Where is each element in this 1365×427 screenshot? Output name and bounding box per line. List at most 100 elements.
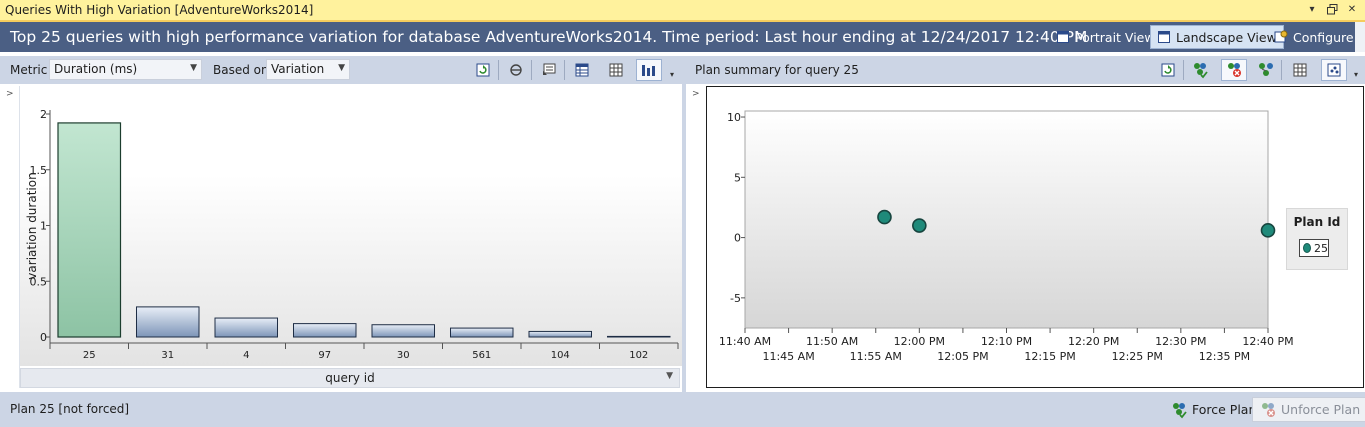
force-plan-label: Force Plan	[1192, 402, 1257, 417]
scatter-point-plan-25	[912, 218, 927, 233]
unforce-plan-icon	[1262, 402, 1275, 417]
grid-icon	[1293, 63, 1307, 77]
x-tick-label: 12:30 PM	[1155, 335, 1206, 348]
variation-bar-chart: variation duration 0 0.5 1 1.5 2 25 31 4 97 30 561 1…	[20, 86, 682, 366]
refresh-icon	[1161, 63, 1175, 77]
x-tick-label: 12:10 PM	[981, 335, 1032, 348]
status-bar: Plan 25 [not forced] Force Plan Unforce …	[0, 392, 1365, 427]
legend-item-plan[interactable]: 25	[1299, 239, 1329, 257]
track-query-icon	[510, 64, 522, 76]
bar-query-104	[528, 330, 592, 338]
close-tab-icon[interactable]: ✕	[1345, 2, 1359, 17]
y-tick-label: 10	[727, 111, 741, 124]
scatter-point-plan-25	[877, 209, 892, 225]
bar-query-97	[293, 323, 357, 338]
toolbar-separator	[564, 60, 565, 80]
view-query-text-button[interactable]	[538, 59, 560, 81]
configure-icon	[1274, 30, 1288, 43]
landscape-view-label: Landscape View	[1176, 29, 1277, 45]
restore-window-icon[interactable]	[1325, 2, 1339, 17]
force-plan-toolbar-button[interactable]	[1189, 59, 1211, 81]
report-banner: Top 25 queries with high performance var…	[0, 22, 1365, 52]
scatter-chart-canvas: Variation-5051011:40 AM11:50 AM12:00 PM1…	[719, 110, 1294, 363]
x-axis-field-label: query id	[325, 371, 375, 385]
unforce-plan-toolbar-button[interactable]	[1221, 59, 1247, 81]
force-plan-button[interactable]: Force Plan	[1164, 397, 1262, 422]
y-tick-label: 0	[734, 232, 741, 245]
x-tick-label: 12:40 PM	[1242, 335, 1293, 348]
landscape-view-button[interactable]: Landscape View	[1150, 25, 1284, 49]
grid-view-expanded-button[interactable]	[571, 59, 593, 81]
metric-select-value: Duration (ms)	[54, 62, 138, 76]
tab-dropdown-icon[interactable]: ▾	[1305, 2, 1319, 17]
x-tick-label: 12:20 PM	[1068, 335, 1119, 348]
toolbar-separator	[531, 60, 532, 80]
right-pane-toolbar: Plan summary for query 25 ▾	[686, 56, 1365, 84]
toolbar-separator	[498, 60, 499, 80]
y-tick-label: 0	[40, 331, 47, 344]
x-axis-field-selector[interactable]: query id ▼	[20, 368, 680, 388]
document-tab-title: Queries With High Variation [AdventureWo…	[5, 3, 314, 17]
grid-expanded-icon	[575, 63, 589, 77]
y-tick-label: 5	[734, 171, 741, 184]
x-tick-label: 12:15 PM	[1024, 350, 1075, 363]
landscape-view-icon	[1158, 31, 1170, 43]
left-pane-collapse-strip[interactable]: >	[0, 86, 20, 388]
bar-query-30	[371, 324, 435, 338]
plan-refresh-button[interactable]	[1157, 59, 1179, 81]
document-tab[interactable]: Queries With High Variation [AdventureWo…	[0, 0, 1365, 22]
plan-id-legend: Plan Id 25	[1286, 208, 1348, 270]
scatter-point-plan-25	[1260, 223, 1276, 238]
toolbar-separator	[1281, 60, 1282, 80]
left-pane-toolbar: Metric Duration (ms) ▼ Based on Variatio…	[0, 56, 682, 84]
portrait-view-button[interactable]: Portrait View	[1050, 25, 1161, 49]
bar-query-25	[57, 122, 122, 338]
chart-view-button[interactable]	[636, 59, 662, 81]
portrait-view-icon	[1057, 31, 1069, 43]
expand-arrow-icon[interactable]: >	[6, 89, 14, 99]
plan-summary-title: Plan summary for query 25	[695, 63, 859, 77]
bar-query-4	[214, 317, 278, 338]
portrait-view-label: Portrait View	[1075, 29, 1155, 45]
y-tick-label: 1	[40, 220, 47, 233]
compare-plans-button[interactable]	[1255, 59, 1277, 81]
unforce-plan-button[interactable]: Unforce Plan	[1252, 397, 1365, 422]
banner-scrollbar[interactable]	[1355, 22, 1365, 52]
y-tick-label: -5	[730, 292, 741, 305]
x-tick-label: 102	[629, 350, 648, 361]
y-tick-label: 0.5	[30, 275, 48, 288]
bar-chart-y-axis-title: variation duration	[25, 172, 39, 279]
legend-title: Plan Id	[1293, 215, 1341, 229]
x-tick-label: 12:05 PM	[937, 350, 988, 363]
x-tick-label: 12:25 PM	[1112, 350, 1163, 363]
metric-select[interactable]: Duration (ms) ▼	[49, 59, 202, 80]
metric-label: Metric	[10, 63, 48, 77]
track-query-button[interactable]	[505, 59, 527, 81]
x-tick-label: 30	[397, 350, 410, 361]
legend-label: 25	[1314, 241, 1328, 255]
bar-query-102	[607, 335, 671, 338]
toolbar-overflow-icon[interactable]: ▾	[670, 70, 674, 79]
refresh-button[interactable]	[472, 59, 494, 81]
plan-grid-view-button[interactable]	[1289, 59, 1311, 81]
plan-chart-view-button[interactable]	[1321, 59, 1347, 81]
grid-icon	[609, 63, 623, 77]
compare-plans-icon	[1259, 63, 1273, 76]
x-tick-label: 31	[161, 350, 174, 361]
based-on-select[interactable]: Variation ▼	[266, 59, 350, 80]
grid-view-button[interactable]	[605, 59, 627, 81]
right-pane-collapse-strip[interactable]: >	[686, 86, 706, 388]
force-plan-icon	[1173, 402, 1187, 418]
configure-button[interactable]: Configure	[1268, 25, 1360, 49]
bar-chart-canvas: variation duration 0 0.5 1 1.5 2 25 31 4 97 30 561 1…	[25, 108, 679, 361]
x-tick-label: 12:00 PM	[894, 335, 945, 348]
toolbar-overflow-icon[interactable]: ▾	[1354, 70, 1358, 79]
unforce-plan-icon	[1228, 63, 1241, 77]
based-on-select-value: Variation	[271, 62, 325, 76]
bar-query-561	[450, 327, 514, 338]
x-tick-label: 11:45 AM	[762, 350, 814, 363]
expand-arrow-icon[interactable]: >	[692, 89, 700, 99]
scatter-chart-icon	[1327, 63, 1341, 77]
x-tick-label: 12:35 PM	[1199, 350, 1250, 363]
plan-status-text: Plan 25 [not forced]	[10, 402, 130, 416]
